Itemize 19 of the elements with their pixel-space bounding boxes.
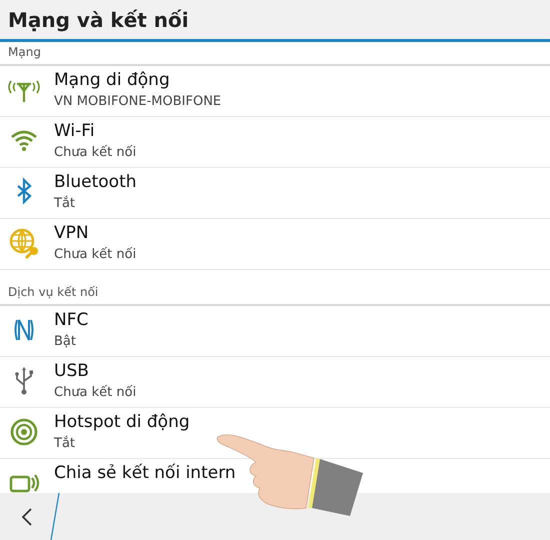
- item-title: Hotspot di động: [54, 411, 190, 434]
- item-title: Wi-Fi: [54, 120, 96, 143]
- item-title: VPN: [54, 222, 90, 245]
- chevron-icon: [22, 508, 32, 526]
- item-title: Bluetooth: [54, 171, 137, 194]
- item-title: USB: [54, 360, 90, 383]
- screen-title: Mạng và kết nối: [8, 6, 189, 34]
- item-title: Chia sẻ kết nối intern: [54, 462, 236, 485]
- item-subtitle: VN MOBIFONE-MOBIFONE: [54, 93, 222, 111]
- item-subtitle: Bật: [54, 333, 77, 351]
- item-title: NFC: [54, 309, 88, 332]
- item-subtitle: Chưa kết nối: [54, 384, 136, 402]
- section-header: Dịch vụ kết nối: [8, 284, 98, 301]
- item-subtitle: Chưa kết nối: [54, 144, 136, 162]
- item-subtitle: Chưa kết nối: [54, 246, 136, 264]
- section-header: Mạng: [8, 44, 41, 61]
- item-title: Mạng di động: [54, 69, 171, 92]
- item-subtitle: Tắt: [54, 195, 76, 213]
- item-subtitle: Tắt: [54, 435, 76, 453]
